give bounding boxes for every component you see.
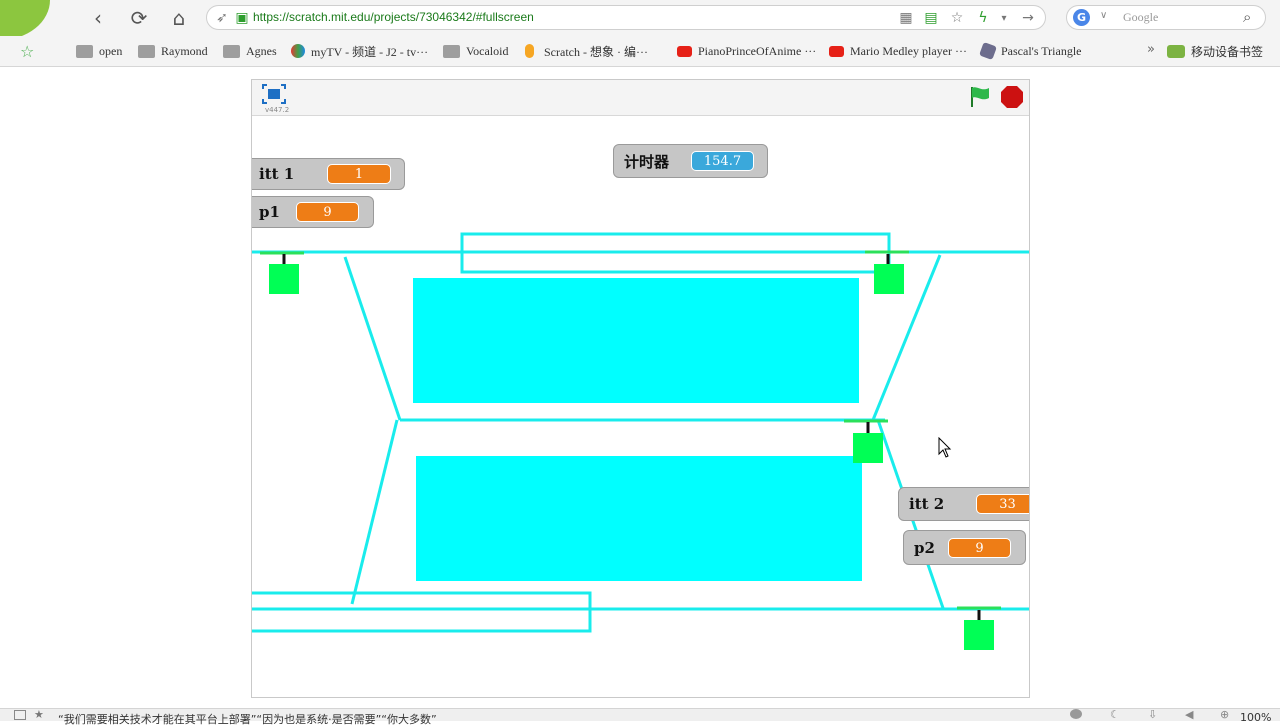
search-placeholder: Google bbox=[1123, 10, 1159, 24]
bookmark-label: Raymond bbox=[161, 43, 208, 58]
monitor-label: 计时器 bbox=[624, 152, 670, 171]
youtube-icon bbox=[677, 45, 692, 57]
monitor-itt1[interactable]: itt 1 1 bbox=[252, 158, 405, 190]
bookmark-label: PianoPrinceOfAnime ··· bbox=[698, 43, 817, 58]
address-bar[interactable]: ➶ ▣ https://scratch.mit.edu/projects/730… bbox=[206, 5, 1046, 30]
bookmark-label: Scratch - 想象 · 编··· bbox=[544, 44, 648, 59]
scratch-player: v447.2 itt 1 1 p1 9 计时器 154.7 itt 2 33 p… bbox=[251, 79, 1030, 698]
mouse-cursor-icon bbox=[938, 437, 952, 458]
monitor-value: 9 bbox=[296, 202, 359, 222]
platform-lower bbox=[416, 456, 862, 581]
bookmark-mario-medley[interactable]: Mario Medley player ··· bbox=[829, 43, 967, 59]
window-icon[interactable] bbox=[14, 710, 26, 720]
monitor-value: 33 bbox=[976, 494, 1029, 514]
zoom-level[interactable]: 100% bbox=[1240, 711, 1271, 724]
youtube-icon bbox=[829, 45, 844, 57]
bookmark-label: Pascal's Triangle bbox=[1001, 43, 1082, 58]
cloud-folder-icon bbox=[1167, 44, 1185, 58]
engine-dropdown-icon[interactable]: ∨ bbox=[1100, 10, 1107, 21]
bookmarks-overflow[interactable]: » bbox=[1147, 42, 1155, 57]
monitor-label: itt 2 bbox=[909, 495, 945, 513]
back-button[interactable]: ‹ bbox=[86, 6, 110, 30]
search-icon[interactable]: ⌕ bbox=[1243, 8, 1251, 26]
player-header: v447.2 bbox=[252, 80, 1029, 116]
train-1 bbox=[260, 251, 304, 294]
status-bar: ★ “我们需要相关技术才能在其平台上部署”“因为也是系统·是否需要”“你大多数”… bbox=[0, 708, 1280, 726]
monitor-value: 154.7 bbox=[691, 151, 754, 171]
folder-icon bbox=[443, 44, 460, 58]
monitor-label: p2 bbox=[914, 538, 935, 557]
moon-icon[interactable]: ☾ bbox=[1110, 708, 1120, 721]
reload-button[interactable]: ⟳ bbox=[127, 6, 151, 30]
lightning-icon[interactable]: ϟ bbox=[974, 9, 992, 27]
train-4 bbox=[957, 606, 1001, 650]
monitor-value: 9 bbox=[948, 538, 1011, 558]
privacy-lock-icon[interactable]: ▤ bbox=[922, 9, 940, 27]
bookmark-mobile[interactable]: 移动设备书签 bbox=[1167, 43, 1263, 59]
monitor-label: itt 1 bbox=[259, 165, 295, 183]
bookmark-label: Mario Medley player ··· bbox=[850, 43, 967, 58]
stage[interactable]: itt 1 1 p1 9 计时器 154.7 itt 2 33 p2 9 bbox=[252, 116, 1029, 697]
bookmark-pianoprince[interactable]: PianoPrinceOfAnime ··· bbox=[677, 43, 816, 59]
bookmarks-bar: ☆ open Raymond Agnes myTV - 频道 - J2 - tv… bbox=[0, 36, 1280, 67]
shield-icon[interactable]: ★ bbox=[34, 708, 44, 721]
rocket-icon: ➶ bbox=[216, 10, 228, 26]
download-icon[interactable]: ⇩ bbox=[1148, 708, 1157, 721]
bookmark-raymond[interactable]: Raymond bbox=[138, 43, 208, 59]
bookmark-label: Agnes bbox=[246, 43, 277, 58]
bookmark-pascal[interactable]: Pascal's Triangle bbox=[979, 42, 1082, 60]
status-text: “我们需要相关技术才能在其平台上部署”“因为也是系统·是否需要”“你大多数” bbox=[58, 713, 437, 726]
qr-code-icon[interactable]: ▦ bbox=[897, 9, 915, 27]
monitor-label: p1 bbox=[259, 203, 280, 221]
folder-icon bbox=[223, 44, 240, 58]
green-flag-icon[interactable] bbox=[968, 85, 992, 109]
home-button[interactable]: ⌂ bbox=[167, 6, 191, 30]
monitor-itt2[interactable]: itt 2 33 bbox=[898, 487, 1029, 521]
bookmark-label: open bbox=[99, 43, 123, 58]
fullscreen-icon bbox=[262, 84, 286, 104]
bookmark-agnes[interactable]: Agnes bbox=[223, 43, 277, 59]
scratch-icon bbox=[525, 44, 534, 58]
url-text[interactable]: https://scratch.mit.edu/projects/7304634… bbox=[253, 10, 534, 24]
browser-toolbar: ‹ ⟳ ⌂ ➶ ▣ https://scratch.mit.edu/projec… bbox=[0, 0, 1280, 40]
pascal-icon bbox=[979, 42, 997, 60]
star-icon[interactable]: ☆ bbox=[948, 9, 966, 27]
browser-logo bbox=[0, 0, 50, 40]
monitor-p2[interactable]: p2 9 bbox=[903, 530, 1026, 565]
zoom-icon[interactable]: ⊕ bbox=[1220, 708, 1229, 721]
google-icon: G bbox=[1073, 9, 1090, 26]
folder-icon bbox=[76, 44, 93, 58]
search-box[interactable]: G ∨ Google ⌕ bbox=[1066, 5, 1266, 30]
bookmark-mytv[interactable]: myTV - 频道 - J2 - tv··· bbox=[291, 43, 428, 59]
platform-upper bbox=[413, 278, 859, 403]
dropdown-icon[interactable]: ▾ bbox=[995, 9, 1013, 27]
monitor-timer[interactable]: 计时器 154.7 bbox=[613, 144, 768, 178]
version-label: v447.2 bbox=[265, 106, 290, 114]
bookmark-open[interactable]: open bbox=[76, 43, 122, 59]
exit-fullscreen-button[interactable] bbox=[262, 84, 286, 104]
mytv-icon bbox=[291, 44, 305, 58]
stop-sign-icon[interactable] bbox=[1000, 85, 1024, 109]
speed-icon[interactable] bbox=[1070, 709, 1082, 719]
bookmark-label: myTV - 频道 - J2 - tv··· bbox=[311, 44, 429, 59]
volume-icon[interactable]: ◀ bbox=[1185, 708, 1193, 721]
bookmark-label: Vocaloid bbox=[466, 43, 509, 58]
bookmark-star-icon[interactable]: ☆ bbox=[20, 42, 34, 61]
secure-lock-icon: ▣ bbox=[235, 10, 249, 26]
go-arrow-icon[interactable]: → bbox=[1019, 9, 1037, 27]
bookmark-scratch[interactable]: Scratch - 想象 · 编··· bbox=[525, 43, 648, 59]
monitor-value: 1 bbox=[327, 164, 391, 184]
monitor-p1[interactable]: p1 9 bbox=[252, 196, 374, 228]
bookmark-label: 移动设备书签 bbox=[1191, 44, 1264, 59]
folder-icon bbox=[138, 44, 155, 58]
bookmark-vocaloid[interactable]: Vocaloid bbox=[443, 43, 508, 59]
